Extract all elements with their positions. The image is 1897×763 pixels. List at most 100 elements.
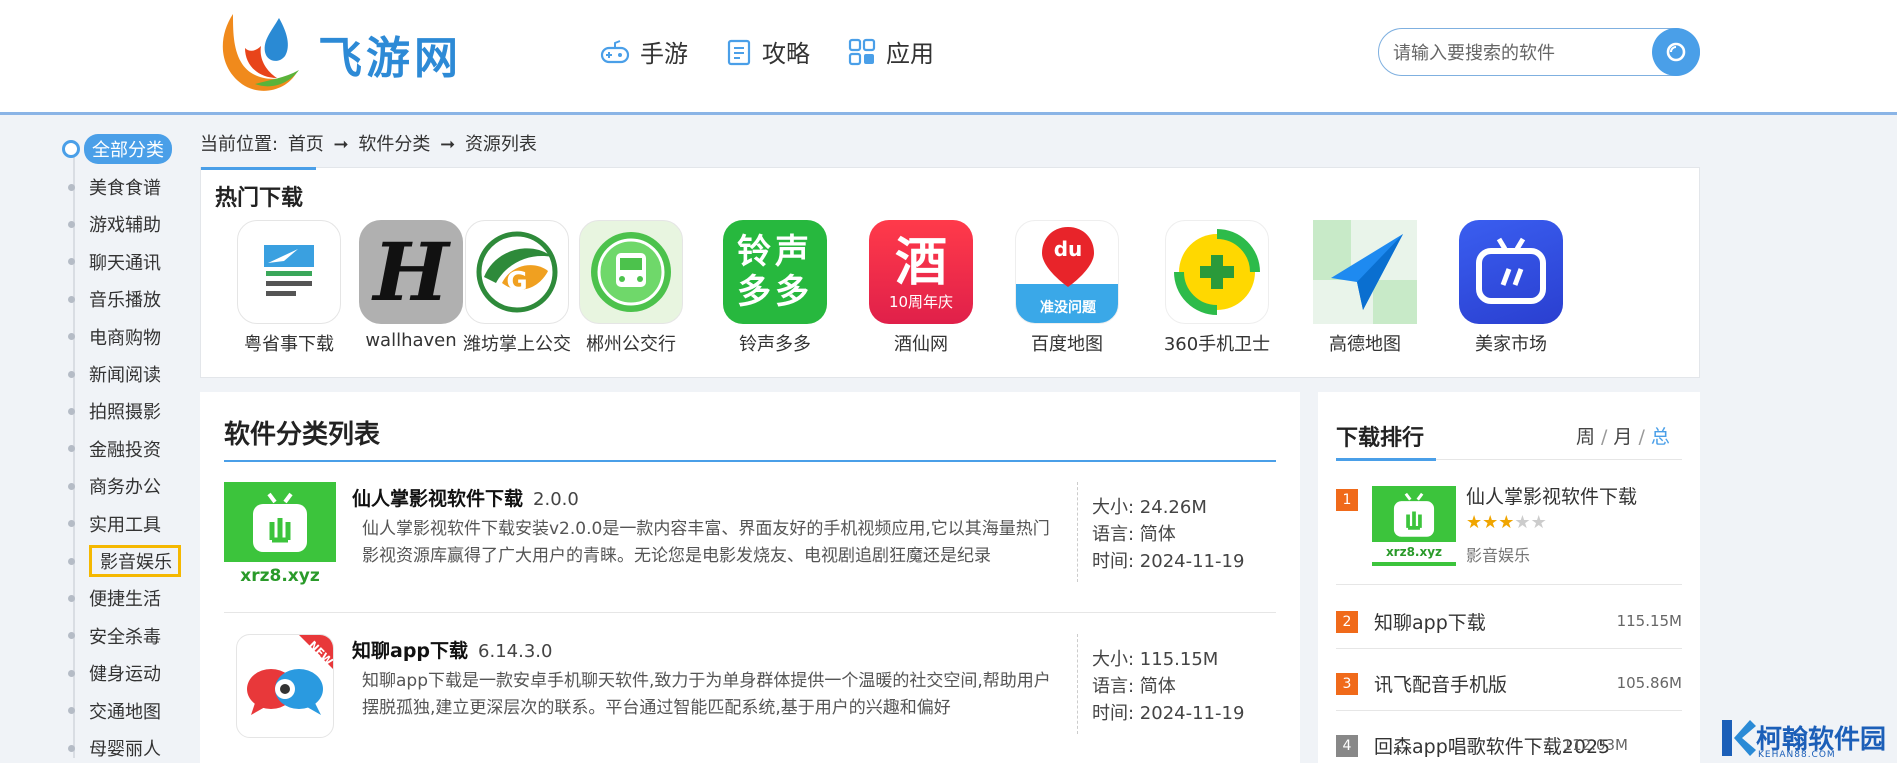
hot-item-name: 铃声多多: [705, 330, 845, 356]
tab-month[interactable]: 月: [1613, 426, 1632, 448]
hot-item[interactable]: 粤省事下载: [219, 220, 359, 356]
ranking-row-name[interactable]: 知聊app下载: [1374, 608, 1486, 635]
ranking-row-size: 112.03M: [1563, 736, 1628, 754]
sidebar-dot-icon: [68, 408, 75, 415]
hot-item[interactable]: 美家市场: [1441, 220, 1581, 356]
sidebar-item[interactable]: 美食食谱: [64, 172, 161, 202]
tab-total[interactable]: 总: [1651, 426, 1670, 448]
hot-title-underline: [201, 167, 316, 170]
star-empty-icon: ★: [1531, 512, 1547, 533]
xianrenzhang-app-icon[interactable]: xrz8.xyz: [224, 482, 336, 590]
nav-label: 应用: [886, 34, 934, 69]
star-filled-icon: ★: [1498, 512, 1514, 533]
sidebar-item-label: 商务办公: [89, 473, 161, 499]
software-list-title: 软件分类列表: [224, 414, 380, 451]
hot-item-name: 酒仙网: [851, 330, 991, 356]
sidebar-item[interactable]: 影音娱乐: [64, 546, 181, 576]
sidebar-item-label: 便捷生活: [89, 585, 161, 611]
rank-number: 4: [1336, 735, 1358, 757]
sidebar-dot-icon: [68, 483, 75, 490]
sidebar-item-label: 实用工具: [89, 511, 161, 537]
search-input[interactable]: [1393, 39, 1643, 67]
tab-week[interactable]: 周: [1576, 426, 1595, 448]
sidebar-item[interactable]: 聊天通讯: [64, 247, 161, 277]
sidebar-dot-icon: [68, 445, 75, 452]
jiuxian-icon-sub: 10周年庆: [889, 293, 953, 311]
ranking-title-underline: [1336, 458, 1436, 461]
app-icon-yueshengshi: [237, 220, 341, 324]
sidebar-item[interactable]: 音乐播放: [64, 284, 161, 314]
ranking-divider: [1336, 710, 1682, 711]
app-icon-baidu-map: du 准没问题: [1015, 220, 1119, 324]
breadcrumb: 当前位置: 首页 ➞ 软件分类 ➞ 资源列表: [200, 130, 541, 156]
hot-item[interactable]: du 准没问题 百度地图: [997, 220, 1137, 356]
breadcrumb-category[interactable]: 软件分类: [358, 134, 430, 155]
nav-apps[interactable]: 应用: [848, 34, 934, 69]
sidebar-item[interactable]: 母婴丽人: [64, 733, 161, 763]
ranking-top-name[interactable]: 仙人掌影视软件下载: [1466, 482, 1637, 509]
ranking-top-app-icon[interactable]: xrz8.xyz: [1372, 486, 1456, 566]
entry-title[interactable]: 仙人掌影视软件下载2.0.0: [352, 484, 579, 511]
sidebar-ring-icon: [62, 140, 80, 158]
app-icon-weifang-bus: G: [465, 220, 569, 324]
sidebar-item[interactable]: 拍照摄影: [64, 396, 161, 426]
sidebar-item-label: 影音娱乐: [89, 545, 181, 577]
star-filled-icon: ★: [1482, 512, 1498, 533]
search-button[interactable]: [1652, 28, 1700, 76]
hot-item[interactable]: 郴州公交行: [561, 220, 701, 356]
ranking-row-name[interactable]: 讯飞配音手机版: [1374, 670, 1507, 697]
sidebar-item[interactable]: 商务办公: [64, 471, 161, 501]
hot-item[interactable]: 360手机卫士: [1147, 220, 1287, 356]
sidebar-item[interactable]: 交通地图: [64, 696, 161, 726]
sidebar-dot-icon: [68, 558, 75, 565]
sidebar-item-all[interactable]: 全部分类: [62, 134, 172, 164]
sidebar-item[interactable]: 金融投资: [64, 434, 161, 464]
sidebar-item[interactable]: 健身运动: [64, 658, 161, 688]
sidebar-dot-icon: [68, 520, 75, 527]
main-nav: 手游 攻略 应用: [600, 34, 972, 69]
sidebar-item[interactable]: 游戏辅助: [64, 209, 161, 239]
rank-number: 2: [1336, 611, 1358, 633]
baidu-icon-sub: 准没问题: [1016, 297, 1119, 317]
sidebar-dot-icon: [68, 371, 75, 378]
entry-language: 语言: 简体: [1092, 673, 1244, 700]
hot-item-name: 百度地图: [997, 330, 1137, 356]
sidebar-item-label: 交通地图: [89, 698, 161, 724]
hot-item[interactable]: 铃声 多多 铃声多多: [705, 220, 845, 356]
ranking-divider: [1336, 584, 1682, 585]
app-icon-lingsheng: 铃声 多多: [723, 220, 827, 324]
entry-meta: 大小: 24.26M 语言: 简体 时间: 2024-11-19: [1092, 494, 1244, 575]
sidebar-dot-icon: [68, 745, 75, 752]
sidebar-item[interactable]: 安全杀毒: [64, 621, 161, 651]
rank-number: 1: [1336, 489, 1358, 511]
sidebar-item[interactable]: 便捷生活: [64, 583, 161, 613]
entry-title-text[interactable]: 仙人掌影视软件下载: [352, 488, 523, 510]
app-icon-chenzhou-bus: [579, 220, 683, 324]
logo-text: 飞游网: [318, 22, 462, 86]
sidebar-dot-icon: [68, 595, 75, 602]
sidebar-item[interactable]: 实用工具: [64, 509, 161, 539]
sidebar-dot-icon: [68, 221, 75, 228]
site-header: 飞游网 手游 攻略: [0, 0, 1897, 115]
apps-grid-icon: [848, 38, 876, 66]
entry-description: 仙人掌影视软件下载安装v2.0.0是一款内容丰富、界面友好的手机视频应用,它以其…: [362, 516, 1062, 570]
nav-guides[interactable]: 攻略: [726, 34, 810, 69]
breadcrumb-home[interactable]: 首页: [288, 134, 324, 155]
zhiliao-app-icon[interactable]: NEW: [236, 634, 334, 738]
sidebar-dot-icon: [68, 184, 75, 191]
sidebar-item[interactable]: 新闻阅读: [64, 359, 161, 389]
sidebar-all-label: 全部分类: [84, 134, 172, 164]
nav-mobile-games[interactable]: 手游: [600, 34, 688, 69]
hot-item[interactable]: 酒 10周年庆 酒仙网: [851, 220, 991, 356]
download-ranking-panel: 下载排行 周/月/总 1 xrz8.xyz 仙人掌影视软件下载 ★★★★★ 影音…: [1318, 392, 1700, 763]
sidebar-item[interactable]: 电商购物: [64, 322, 161, 352]
hot-item-name: 高德地图: [1295, 330, 1435, 356]
sidebar-dot-icon: [68, 333, 75, 340]
entry-title-text[interactable]: 知聊app下载: [352, 640, 468, 662]
entry-title[interactable]: 知聊app下载6.14.3.0: [352, 636, 552, 663]
sidebar-dot-icon: [68, 296, 75, 303]
guide-document-icon: [726, 38, 752, 66]
hot-item[interactable]: 高德地图: [1295, 220, 1435, 356]
app-icon-360-guard: [1165, 220, 1269, 324]
search-icon: [1663, 39, 1689, 65]
